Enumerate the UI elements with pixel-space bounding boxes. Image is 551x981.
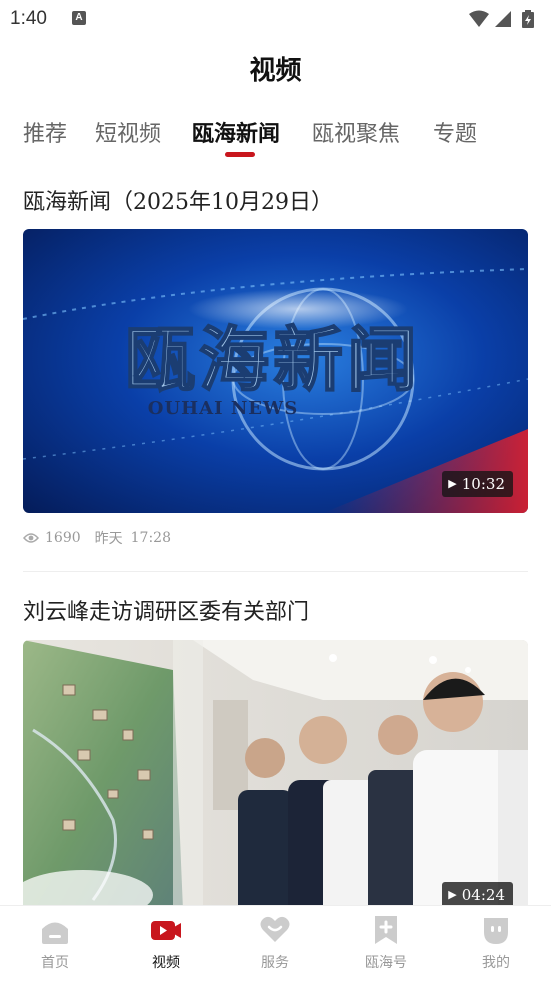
status-bar: 1:40 A xyxy=(0,0,551,38)
publish-time: 17:28 xyxy=(130,530,171,546)
nav-label: 服务 xyxy=(261,955,289,971)
signal-icon xyxy=(495,11,511,27)
active-tab-indicator xyxy=(225,152,255,157)
divider xyxy=(23,571,528,572)
nav-ouhai-hao[interactable]: 瓯海号 xyxy=(341,914,431,972)
wifi-icon xyxy=(469,10,489,27)
video-icon xyxy=(151,921,181,940)
video-duration: ▶ 10:32 xyxy=(442,471,513,497)
nav-label: 瓯海号 xyxy=(365,955,407,971)
heart-icon xyxy=(260,916,290,942)
tab-ouhai-focus[interactable]: 瓯视聚焦 xyxy=(312,116,400,148)
page-title: 视频 xyxy=(249,56,302,86)
article-meta: 1690 昨天 17:28 xyxy=(23,528,171,548)
publish-date: 昨天 xyxy=(94,531,123,547)
nav-home[interactable]: 首页 xyxy=(10,914,100,972)
eye-icon xyxy=(23,533,39,543)
view-count: 1690 xyxy=(45,530,81,546)
article-title[interactable]: 刘云峰走访调研区委有关部门 xyxy=(23,594,309,626)
bottom-nav: 首页 视频 服务 瓯海号 我的 xyxy=(0,905,551,981)
profile-face-icon xyxy=(484,918,508,944)
play-icon: ▶ xyxy=(448,477,457,490)
duration-text: 04:24 xyxy=(461,886,505,904)
video-feed[interactable]: 瓯海新闻（2025年10月29日） 瓯海新闻 OUHAI NEWS ▶ 10:3… xyxy=(0,170,551,905)
status-icons xyxy=(469,10,534,28)
battery-icon xyxy=(522,10,534,28)
home-icon xyxy=(42,922,68,944)
article-title[interactable]: 瓯海新闻（2025年10月29日） xyxy=(23,184,333,216)
category-tabs: 推荐 短视频 瓯海新闻 瓯视聚焦 专题 xyxy=(0,114,551,164)
play-icon: ▶ xyxy=(448,888,457,901)
tab-recommend[interactable]: 推荐 xyxy=(23,116,67,148)
nav-label: 我的 xyxy=(482,955,510,971)
tab-special[interactable]: 专题 xyxy=(433,116,477,148)
thumbnail-logo-text: 瓯海新闻 xyxy=(125,318,421,401)
nav-video[interactable]: 视频 xyxy=(121,914,211,972)
tab-ouhai-news[interactable]: 瓯海新闻 xyxy=(192,116,280,148)
thumbnail-logo-subtext: OUHAI NEWS xyxy=(148,398,298,419)
nav-services[interactable]: 服务 xyxy=(230,914,320,972)
bookmark-plus-icon xyxy=(375,916,397,944)
notification-a-icon: A xyxy=(72,11,86,25)
video-thumbnail[interactable]: 瓯海新闻 OUHAI NEWS ▶ 10:32 xyxy=(23,229,528,513)
nav-label: 首页 xyxy=(41,955,69,971)
status-time: 1:40 xyxy=(10,8,47,29)
nav-profile[interactable]: 我的 xyxy=(451,914,541,972)
duration-text: 10:32 xyxy=(461,475,505,493)
nav-label: 视频 xyxy=(152,955,180,971)
video-duration: ▶ 04:24 xyxy=(442,882,513,905)
visit-scene-image xyxy=(23,640,528,905)
tab-short-video[interactable]: 短视频 xyxy=(95,116,161,148)
video-thumbnail[interactable]: ▶ 04:24 xyxy=(23,640,528,905)
